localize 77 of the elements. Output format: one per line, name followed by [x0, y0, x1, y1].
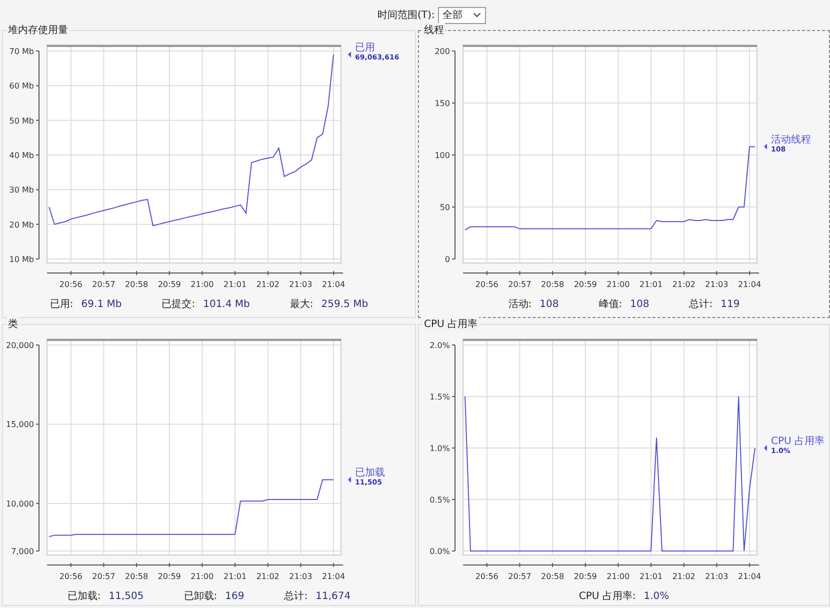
axis-label: 20:56: [59, 572, 82, 581]
axis-label: 21:02: [672, 572, 696, 581]
axis-label: 20:56: [475, 572, 498, 581]
axis-label: 10 Mb: [9, 255, 34, 264]
axis-label: 21:02: [672, 280, 696, 289]
axis-label: 50: [440, 203, 450, 212]
stat-text: 活动: 108: [508, 298, 559, 312]
axis-label: 21:03: [289, 572, 312, 581]
axis-label: 21:03: [289, 280, 312, 289]
axis-label: 15,000: [6, 420, 34, 430]
axis-label: 20 Mb: [9, 220, 34, 230]
axis-label: 20:58: [541, 280, 564, 289]
axis-label: 21:04: [738, 280, 762, 289]
stat-text: 已加载: 11,505: [67, 590, 144, 604]
axis-label: 60 Mb: [9, 82, 34, 91]
axis-label: 0.5%: [430, 496, 450, 504]
time-range-label: 时间范围(T):: [377, 8, 435, 22]
axis-label: 20:57: [508, 280, 532, 289]
time-range-select[interactable]: 全部: [438, 6, 486, 24]
axis-label: 1.0%: [430, 444, 450, 453]
stat-text: 已卸载: 169: [184, 590, 244, 604]
axis-label: 0.0%: [430, 547, 450, 556]
axis-label: 21:00: [606, 572, 630, 581]
axis-label: 40 Mb: [9, 151, 34, 160]
legend-name: 已加载: [355, 468, 385, 479]
stat-text: CPU 占用率: 1.0%: [578, 590, 670, 604]
axis-label: 200: [434, 47, 450, 56]
axis-label: 21:00: [190, 572, 214, 581]
marker-icon: [764, 144, 767, 150]
axis-label: 21:00: [190, 280, 214, 289]
axis-label: 20:59: [574, 280, 597, 289]
axis-label: 50 Mb: [9, 116, 34, 126]
stat-text: 最大: 259.5 Mb: [290, 298, 368, 312]
legend-name: CPU 占用率: [771, 436, 825, 447]
axis-label: 21:01: [640, 280, 663, 289]
axis-label: 21:04: [322, 280, 346, 289]
axis-label: 21:02: [256, 572, 280, 581]
marker-icon: [348, 476, 351, 483]
axis-label: 20:58: [125, 280, 148, 289]
axis-label: 2.0%: [430, 341, 450, 350]
axis-label: 100: [434, 151, 450, 160]
axis-label: 70 Mb: [9, 47, 34, 56]
stat-text: 总计: 11,674: [284, 590, 351, 604]
axis-label: 20:59: [574, 572, 597, 581]
axis-label: 21:01: [640, 572, 663, 581]
axis-label: 10,000: [6, 499, 34, 508]
axis-label: 30 Mb: [9, 186, 34, 195]
axis-label: 20:57: [508, 572, 532, 581]
marker-icon: [348, 51, 351, 58]
stat-text: 已用: 69.1 Mb: [50, 298, 122, 312]
axis-label: 21:02: [256, 280, 280, 289]
axis-label: 21:04: [322, 572, 346, 581]
axis-label: 20:56: [59, 280, 82, 289]
axis-label: 20:57: [92, 572, 116, 581]
axis-label: 21:03: [705, 280, 728, 289]
axis-label: 20:58: [541, 572, 564, 581]
axis-label: 20:59: [158, 572, 181, 581]
axis-label: 0: [444, 255, 450, 264]
axis-label: 1.5%: [430, 392, 450, 402]
marker-icon: [764, 445, 767, 451]
stat-text: 总计: 119: [689, 298, 740, 312]
stat-text: 峰值: 108: [598, 298, 650, 312]
legend-name: 活动线程: [771, 134, 811, 146]
axis-label: 21:01: [224, 280, 247, 289]
axis-label: 20:58: [125, 572, 148, 581]
axis-label: 20:56: [475, 280, 498, 289]
legend-name: 已用: [355, 42, 375, 54]
axis-label: 150: [434, 99, 450, 108]
axis-label: 21:01: [224, 572, 247, 581]
axis-label: 21:00: [606, 280, 630, 289]
axis-label: 20,000: [6, 341, 34, 350]
axis-label: 7,000: [11, 547, 34, 556]
stat-text: 已提交: 101.4 Mb: [162, 298, 250, 312]
axis-label: 20:59: [158, 280, 181, 289]
axis-label: 20:57: [92, 280, 116, 289]
axis-label: 21:03: [705, 572, 728, 581]
axis-label: 21:04: [738, 572, 762, 581]
